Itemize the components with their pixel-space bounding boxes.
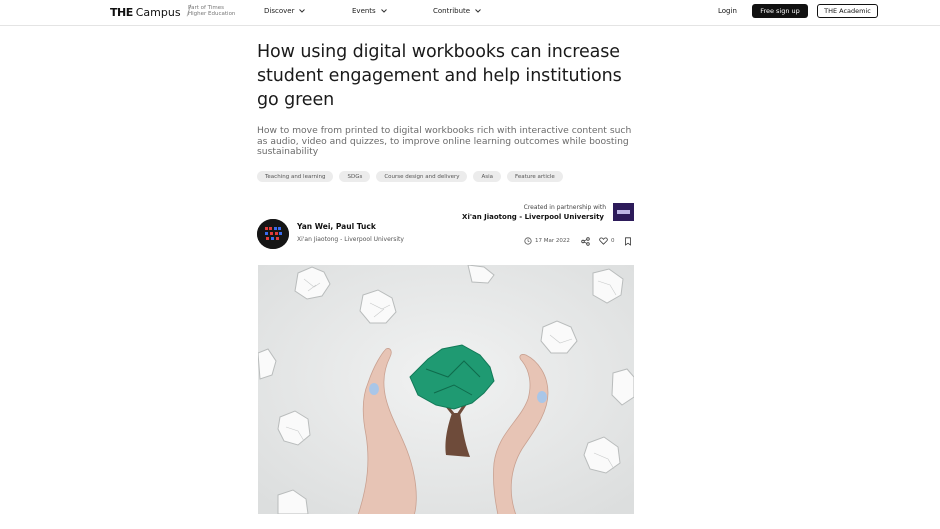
nav-contribute[interactable]: Contribute [433,7,482,15]
logo-tagline: Part of Times Higher Education [188,5,248,17]
login-link[interactable]: Login [718,7,737,15]
bookmark-button[interactable] [624,237,632,246]
site-header: THE Campus / Part of Times Higher Educat… [0,0,940,26]
tag-chip[interactable]: Asia [473,171,502,182]
tag-chip[interactable]: SDGs [339,171,371,182]
chevron-down-icon [475,9,481,13]
hero-image [258,265,634,514]
tag-chip[interactable]: Course design and delivery [376,171,468,182]
like-count: 0 [611,238,615,244]
logo-campus: Campus [135,5,181,19]
nav-contribute-label: Contribute [433,7,471,15]
share-icon [581,237,590,246]
free-signup-button[interactable]: Free sign up [752,4,808,18]
tag-list: Teaching and learning SDGs Course design… [257,171,563,182]
partner-logo-mark [613,203,634,221]
logo-tagline-line2: Higher Education [188,11,236,17]
logo-the: THE [110,5,133,19]
tag-chip[interactable]: Teaching and learning [257,171,334,182]
article-title: How using digital workbooks can increase… [257,42,622,110]
publish-date-text: 17 Mar 2022 [535,238,570,244]
nav-discover-label: Discover [264,7,295,15]
hero-photo-illustration [258,265,634,514]
share-button[interactable] [581,237,590,246]
heart-icon [599,237,608,245]
nav-discover[interactable]: Discover [264,7,306,15]
chevron-down-icon [380,9,387,13]
bookmark-icon [625,237,631,246]
tag-chip[interactable]: Feature article [507,171,563,182]
author-names[interactable]: Yan Wei, Paul Tuck [297,222,376,231]
author-affiliation: Xi'an Jiaotong - Liverpool University [297,236,404,243]
partner-name[interactable]: Xi'an Jiaotong - Liverpool University [462,213,604,221]
nav-events-label: Events [352,7,376,15]
clock-icon [524,237,532,245]
publish-date: 17 Mar 2022 [524,237,570,245]
partner-label: Created in partnership with [523,204,606,211]
site-logo[interactable]: THE Campus / Part of Times Higher Educat… [110,3,235,19]
article-standfirst: How to move from printed to digital work… [257,125,632,157]
avatar-logo-icon [257,219,289,249]
chevron-down-icon [299,9,306,13]
nav-events[interactable]: Events [352,7,388,15]
the-academic-button[interactable]: THE Academic [817,4,878,18]
like-button[interactable]: 0 [599,237,615,245]
partner-logo[interactable] [613,203,634,221]
author-avatar[interactable] [257,219,289,249]
